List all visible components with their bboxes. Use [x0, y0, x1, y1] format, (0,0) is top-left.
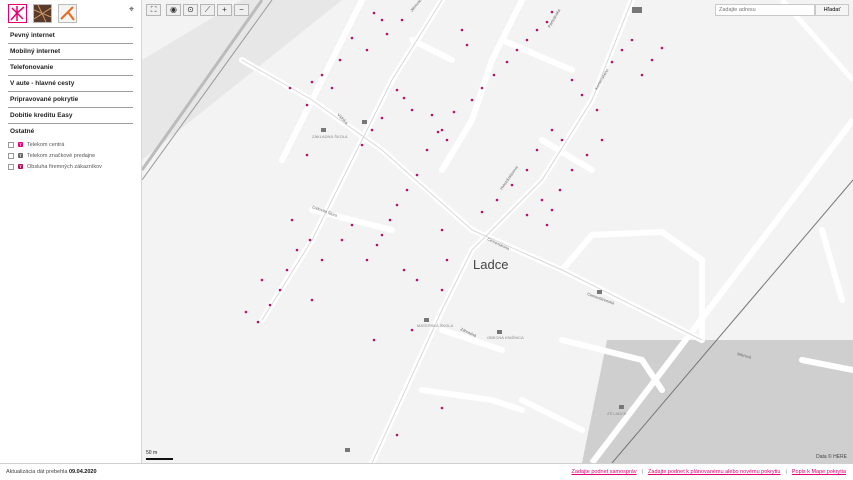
map-credits: Data © HERE: [816, 454, 847, 460]
business-service-icon: T: [18, 164, 23, 169]
zoom-in-icon[interactable]: +: [217, 4, 232, 16]
address-input[interactable]: [715, 4, 815, 16]
legend-item[interactable]: T Obsluha firemných zákazníkov: [8, 161, 133, 172]
menu-item-fixed-internet[interactable]: Pevný internet: [8, 27, 133, 43]
address-search: Hľadať: [715, 4, 849, 16]
fullscreen-icon[interactable]: ⛶: [146, 4, 161, 16]
legend-title: Ostatné: [8, 123, 133, 139]
legend-item[interactable]: T Telekom značkové predajne: [8, 150, 133, 161]
legend-label: Telekom značkové predajne: [27, 152, 96, 159]
layer-switcher: [8, 4, 77, 23]
town-label: Ladce: [473, 257, 509, 272]
zoom-out-icon[interactable]: −: [234, 4, 249, 16]
map-poi-label: MATERSKÁ ŠKOLA: [417, 323, 453, 328]
coverage-layer-icon[interactable]: [33, 4, 52, 23]
search-button[interactable]: Hľadať: [815, 4, 849, 16]
legend-checkbox[interactable]: [8, 163, 14, 170]
menu-item-easy-credit[interactable]: Dobitie kreditu Easy: [8, 107, 133, 123]
legend-checkbox[interactable]: [8, 152, 14, 159]
legend-checkbox[interactable]: [8, 141, 14, 148]
roads-layer-icon[interactable]: [8, 4, 27, 23]
map-poi-label: ZÁKLADNÁ ŠKOLA: [312, 134, 348, 139]
service-menu: Pevný internet Mobilný internet Telefono…: [8, 27, 133, 172]
map-poi-label: ZŠ LADCE: [607, 411, 627, 416]
coverage-map[interactable]: ZÁKLADNÁ ŠKOLA MATERSKÁ ŠKOLA OBECNÁ KNI…: [142, 0, 853, 463]
measure-icon[interactable]: ⟋: [200, 4, 215, 16]
legend-item[interactable]: T Telekom centrá: [8, 139, 133, 150]
telekom-shop-icon: T: [18, 153, 23, 158]
coverage-report-link[interactable]: Zadajte podnet k plánovanému alebo novém…: [648, 464, 780, 480]
locate-icon[interactable]: ◉: [166, 4, 181, 16]
telekom-centre-icon: T: [18, 142, 23, 147]
map-canvas[interactable]: ZÁKLADNÁ ŠKOLA MATERSKÁ ŠKOLA OBECNÁ KNI…: [142, 0, 853, 463]
map-description-link[interactable]: Popis k Mape pokrytia: [792, 464, 846, 480]
scale-label: 50 m: [146, 450, 158, 456]
network-layer-icon[interactable]: [58, 4, 77, 23]
menu-item-mobile-internet[interactable]: Mobilný internet: [8, 43, 133, 59]
menu-item-calling[interactable]: Telefonovanie: [8, 59, 133, 75]
scale-bar: [146, 458, 173, 460]
legend-label: Obsluha firemných zákazníkov: [27, 163, 102, 170]
footer: Aktualizácia dát prebehla 09.04.2020 Zad…: [0, 463, 853, 480]
separator: |: [641, 469, 644, 475]
map-poi-label: OBECNÁ KNIŽNICA: [487, 335, 524, 340]
pin-icon[interactable]: ⌖: [129, 4, 134, 15]
menu-item-planned-coverage[interactable]: Pripravované pokrytie: [8, 91, 133, 107]
footer-links: Zadajte podnet samospráv | Zadajte podne…: [571, 464, 846, 480]
sidebar: ⌖ Pevný internet Mobilný internet Telefo…: [0, 0, 142, 463]
separator: |: [785, 469, 787, 475]
menu-item-main-roads[interactable]: V aute - hlavné cesty: [8, 75, 133, 91]
update-label: Aktualizácia dát prebehla: [6, 469, 68, 475]
update-date: 09.04.2020: [69, 469, 97, 475]
map-toolbar: ⛶ ◉ ⊙ ⟋ + −: [146, 4, 249, 16]
municipality-report-link[interactable]: Zadajte podnet samospráv: [571, 464, 636, 480]
data-update-note: Aktualizácia dát prebehla 09.04.2020: [6, 464, 97, 480]
target-icon[interactable]: ⊙: [183, 4, 198, 16]
legend-label: Telekom centrá: [27, 141, 65, 148]
